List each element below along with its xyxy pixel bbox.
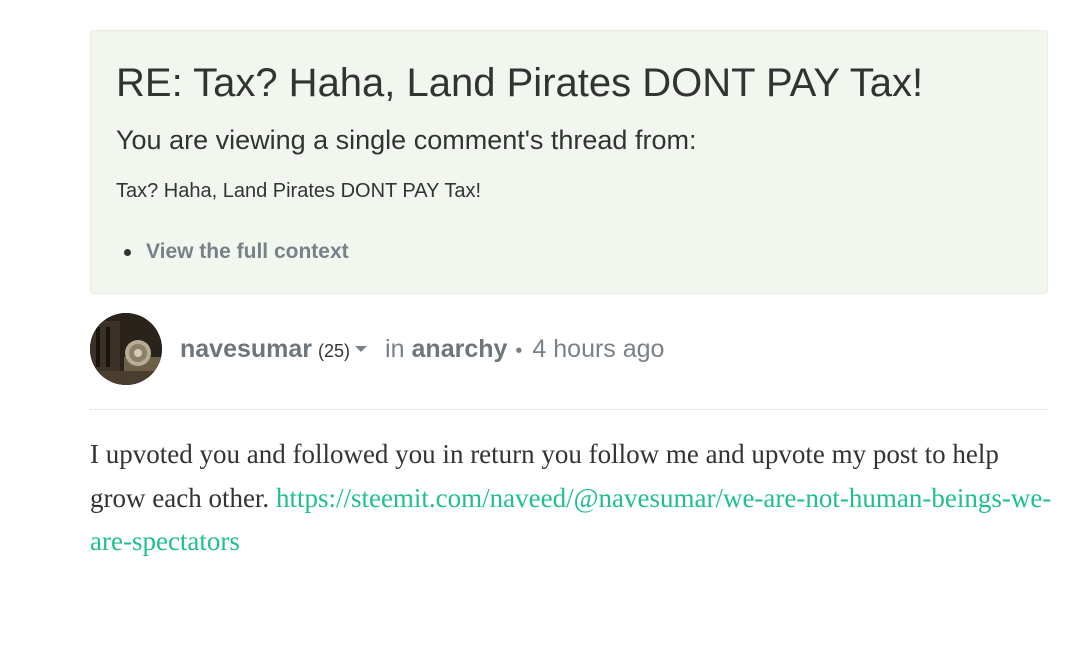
- comment-body: I upvoted you and followed you in return…: [90, 433, 1052, 564]
- author-reputation: (25): [318, 341, 351, 361]
- list-item: View the full context: [124, 237, 349, 267]
- avatar[interactable]: [90, 313, 162, 385]
- divider: [90, 409, 1048, 410]
- meta-separator: •: [515, 340, 523, 362]
- category-link[interactable]: anarchy: [412, 335, 508, 364]
- parent-post-link[interactable]: Tax? Haha, Land Pirates DONT PAY Tax!: [116, 178, 481, 204]
- comment-author-row: navesumar (25) in anarchy • 4 hours ago: [90, 313, 1048, 387]
- author-link[interactable]: navesumar: [180, 335, 312, 364]
- comment-timestamp[interactable]: 4 hours ago: [532, 335, 664, 364]
- comment-meta: navesumar (25) in anarchy • 4 hours ago: [180, 335, 664, 364]
- page-title: RE: Tax? Haha, Land Pirates DONT PAY Tax…: [116, 61, 924, 105]
- thread-context-box: RE: Tax? Haha, Land Pirates DONT PAY Tax…: [90, 30, 1048, 294]
- avatar-image: [90, 313, 162, 385]
- comment-thread-page: RE: Tax? Haha, Land Pirates DONT PAY Tax…: [0, 0, 1071, 649]
- thread-context-subtitle: You are viewing a single comment's threa…: [116, 125, 697, 155]
- chevron-down-icon[interactable]: [355, 346, 368, 352]
- bullet-icon: [124, 248, 131, 256]
- view-full-context-link[interactable]: View the full context: [146, 237, 349, 267]
- context-links-list: View the full context: [124, 237, 349, 267]
- category-prefix: in: [385, 335, 405, 363]
